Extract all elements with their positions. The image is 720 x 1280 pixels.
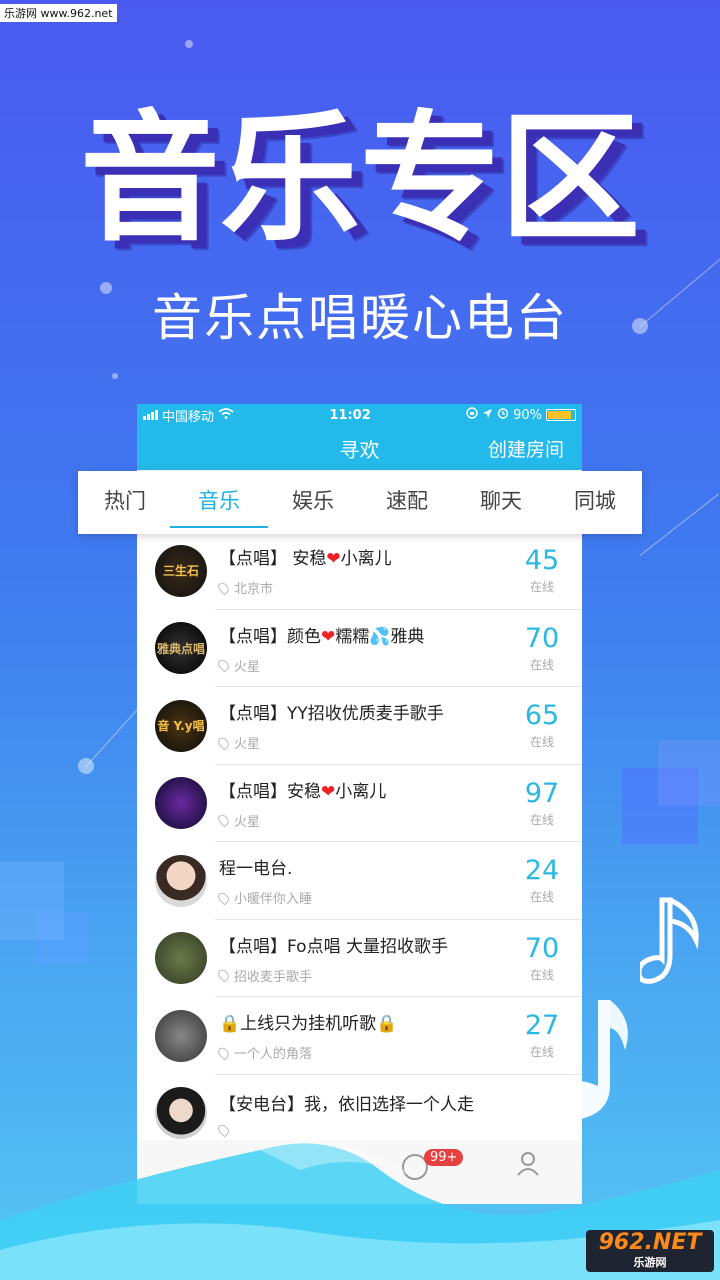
tab-music[interactable]: 音乐 <box>170 471 268 534</box>
room-location: 一个人的角落 <box>216 1043 502 1062</box>
hero-title: 音乐专区 <box>79 98 640 261</box>
room-title: 程一电台. <box>219 859 293 880</box>
decor-square <box>658 740 720 806</box>
carrier-label: 中国移动 <box>162 409 215 425</box>
battery-icon <box>546 409 576 421</box>
avatar <box>155 932 207 985</box>
online-count: 45 在线 <box>524 545 560 595</box>
online-count: 70 在线 <box>524 932 560 982</box>
room-title: 【点唱】颜色❤糯糯💦雅典 <box>219 626 425 647</box>
location-pin-icon <box>216 657 231 673</box>
app-title: 寻欢 <box>339 437 380 462</box>
decor-line <box>85 706 140 767</box>
room-title: 【点唱】YY招收优质麦手歌手 <box>219 704 444 725</box>
lock-icon: 🔒 <box>219 1014 241 1035</box>
list-item[interactable]: 程一电台. 小暖伴你入睡 24 在线 <box>137 842 582 920</box>
hero-subtitle: 音乐点唱暖心电台 <box>152 289 568 347</box>
room-location: 小暖伴你入睡 <box>216 888 502 907</box>
music-note-icon <box>534 1000 628 1121</box>
category-tabs: 热门 音乐 娱乐 速配 聊天 同城 <box>78 471 642 534</box>
room-title: 【点唱】 安稳❤小离儿 <box>219 549 392 570</box>
room-location: 火星 <box>216 656 502 675</box>
lock-rotation-icon <box>466 407 478 423</box>
room-title: 🔒上线只为挂机听歌🔒 <box>219 1014 398 1035</box>
avatar <box>155 777 207 830</box>
watermark-text: 乐游网 www.962.net <box>0 4 117 22</box>
room-location: 火星 <box>216 733 502 752</box>
heart-icon: ❤ <box>326 549 341 570</box>
avatar: 三生石 <box>155 544 207 597</box>
list-item[interactable]: 🔒上线只为挂机听歌🔒 一个人的角落 27 在线 <box>137 997 582 1075</box>
brand-logo: 962.NET 乐游网 <box>586 1230 714 1272</box>
tab-match[interactable]: 速配 <box>378 471 436 534</box>
app-bar: 寻欢 创建房间 <box>137 426 582 470</box>
heart-icon: ❤ <box>321 781 336 802</box>
location-pin-icon <box>216 1045 231 1061</box>
status-bar: 中国移动 11:02 90% <box>137 404 582 426</box>
tab-hot[interactable]: 热门 <box>96 471 154 534</box>
room-location: 北京市 <box>216 578 502 597</box>
tab-chat[interactable]: 聊天 <box>472 471 530 534</box>
list-item[interactable]: 雅典点唱 【点唱】颜色❤糯糯💦雅典 火星 70 在线 <box>137 610 582 688</box>
status-time: 11:02 <box>329 407 371 423</box>
room-location: 招收麦手歌手 <box>216 966 502 985</box>
avatar <box>155 1009 207 1062</box>
location-pin-icon <box>216 735 231 751</box>
room-title: 【点唱】Fo点唱 大量招收歌手 <box>219 936 448 957</box>
room-list: 三生石 【点唱】 安稳❤小离儿 北京市 45 在线 雅典点唱 【点唱】颜色❤糯糯… <box>137 532 582 1152</box>
decor-square <box>0 862 64 940</box>
alarm-icon <box>497 407 509 423</box>
decor-dot <box>112 373 118 379</box>
decor-dot <box>185 40 193 48</box>
room-title: 【点唱】安稳❤小离儿 <box>219 781 387 802</box>
online-count: 65 在线 <box>524 700 560 750</box>
tab-entertainment[interactable]: 娱乐 <box>284 471 342 534</box>
tab-nearby[interactable]: 同城 <box>566 471 624 534</box>
avatar: 音 Y.y唱 <box>155 699 207 752</box>
avatar <box>155 854 207 907</box>
location-pin-icon <box>216 812 231 828</box>
online-count: 70 在线 <box>524 622 560 672</box>
decor-line <box>639 493 720 556</box>
avatar: 雅典点唱 <box>155 622 207 675</box>
list-item[interactable]: 三生石 【点唱】 安稳❤小离儿 北京市 45 在线 <box>137 532 582 610</box>
wifi-icon <box>218 407 234 423</box>
location-pin-icon <box>216 967 231 983</box>
signal-icon <box>143 410 158 420</box>
battery-percent: 90% <box>513 407 542 423</box>
online-count: 97 在线 <box>524 777 560 827</box>
online-count: 24 在线 <box>524 855 560 905</box>
list-item[interactable]: 【点唱】Fo点唱 大量招收歌手 招收麦手歌手 70 在线 <box>137 920 582 998</box>
location-pin-icon <box>216 580 231 596</box>
heart-icon: ❤ <box>321 626 336 647</box>
lock-icon: 🔒 <box>376 1014 398 1035</box>
list-item[interactable]: 【点唱】安稳❤小离儿 火星 97 在线 <box>137 765 582 843</box>
location-arrow-icon <box>482 408 493 423</box>
room-location: 火星 <box>216 811 502 830</box>
sweat-drops-icon: 💦 <box>369 626 391 647</box>
create-room-button[interactable]: 创建房间 <box>488 435 564 462</box>
music-note-icon <box>640 897 699 984</box>
location-pin-icon <box>216 890 231 906</box>
list-item[interactable]: 音 Y.y唱 【点唱】YY招收优质麦手歌手 火星 65 在线 <box>137 687 582 765</box>
